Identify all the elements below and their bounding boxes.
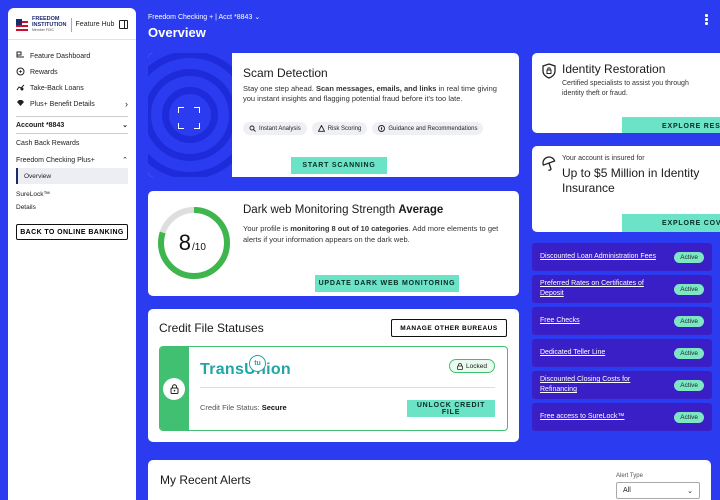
- manage-other-bureaus-button[interactable]: MANAGE OTHER BUREAUS: [391, 319, 507, 337]
- dark-web-description: Your profile is monitoring 8 out of 10 c…: [243, 224, 499, 244]
- chip-risk-scoring: Risk Scoring: [311, 122, 368, 135]
- status-badge: Active: [674, 347, 704, 359]
- status-badge: Locked: [449, 359, 495, 373]
- benefits-list: Discounted Loan Administration Fees Acti…: [532, 243, 712, 435]
- strength-gauge: 8 /10: [158, 207, 230, 279]
- benefit-link[interactable]: Free Checks: [540, 316, 668, 326]
- recent-alerts-card: My Recent Alerts Alert Type All ⌄: [148, 460, 711, 500]
- rewards-icon: [16, 67, 25, 78]
- transunion-panel: TransUnion tu Locked Credit File Status:…: [159, 346, 508, 431]
- loan-icon: [16, 83, 25, 94]
- dashboard-icon: [16, 51, 25, 61]
- explore-coverage-button[interactable]: EXPLORE COV: [622, 214, 720, 232]
- feature-chips: Instant Analysis Risk Scoring Guidance a…: [243, 122, 484, 135]
- identity-insurance-card: Your account is insured for Up to $5 Mil…: [532, 146, 720, 232]
- account-label: Account *8843: [16, 121, 65, 129]
- update-dark-web-monitoring-button[interactable]: UPDATE DARK WEB MONITORING: [315, 275, 459, 292]
- status-badge: Active: [674, 411, 704, 423]
- scam-detection-description: Stay one step ahead. Scan messages, emai…: [243, 84, 497, 103]
- benefit-link[interactable]: Preferred Rates on Certificates of Depos…: [540, 279, 668, 299]
- shield-icon: [542, 63, 556, 79]
- gauge-out-of: /10: [192, 242, 206, 253]
- sidebar-nav: Feature Dashboard Rewards Take-Back Loan…: [16, 48, 128, 112]
- insurance-subtitle: Your account is insured for: [562, 155, 645, 162]
- insurance-amount: Up to $5 Million in Identity Insurance: [562, 166, 700, 195]
- sidebar-item-overview[interactable]: Overview: [16, 168, 128, 184]
- collapse-sidebar-icon[interactable]: [119, 20, 128, 29]
- list-item: Free access to SureLock™ Active: [532, 403, 712, 431]
- chip-guidance: Guidance and Recommendations: [372, 122, 484, 135]
- recent-alerts-title: My Recent Alerts: [160, 473, 251, 487]
- sidebar: FREEDOM INSTITUTION Member FDIC Feature …: [8, 8, 136, 500]
- sidebar-header: FREEDOM INSTITUTION Member FDIC Feature …: [8, 14, 136, 40]
- flag-icon: [16, 18, 28, 31]
- lock-icon: [457, 362, 463, 370]
- alert-type-select[interactable]: All ⌄: [616, 482, 700, 499]
- list-item: Dedicated Teller Line Active: [532, 339, 712, 367]
- brand-logo[interactable]: FREEDOM INSTITUTION Member FDIC Feature …: [16, 16, 115, 32]
- identity-restoration-title: Identity Restoration: [562, 62, 666, 76]
- magnify-icon: [249, 125, 256, 132]
- benefit-link[interactable]: Discounted Loan Administration Fees: [540, 252, 668, 262]
- transunion-logo: TransUnion: [200, 361, 292, 378]
- identity-restoration-card: Identity Restoration Certified specialis…: [532, 53, 720, 133]
- benefit-link[interactable]: Dedicated Teller Line: [540, 348, 668, 358]
- status-badge: Active: [674, 315, 704, 327]
- more-options-icon[interactable]: [705, 14, 708, 26]
- chevron-down-icon: ⌄: [122, 122, 128, 129]
- page-title: Overview: [148, 25, 206, 40]
- credit-file-title: Credit File Statuses: [159, 321, 264, 335]
- chevron-down-icon: ⌄: [254, 14, 261, 21]
- lock-icon: [163, 378, 185, 400]
- benefit-link[interactable]: Discounted Closing Costs for Refinancing: [540, 375, 668, 395]
- chevron-right-icon: ›: [125, 99, 128, 109]
- scan-illustration: [148, 53, 232, 177]
- list-item: Free Checks Active: [532, 307, 712, 335]
- diamond-icon: [16, 99, 25, 109]
- warning-icon: [317, 125, 325, 132]
- compass-icon: [378, 125, 386, 132]
- account-section-toggle[interactable]: Account *8843 ⌄: [16, 116, 128, 134]
- gauge-score: 8: [179, 230, 191, 255]
- transunion-mark: tu: [249, 355, 266, 372]
- credit-file-status: Credit File Status: Secure: [200, 403, 287, 412]
- credit-file-statuses-card: Credit File Statuses MANAGE OTHER BUREAU…: [148, 309, 519, 442]
- chevron-down-icon: ⌄: [687, 487, 693, 495]
- logo-sub: Member FDIC: [32, 28, 54, 32]
- sidebar-item-plus-benefit-details[interactable]: Plus+ Benefit Details ›: [16, 96, 128, 112]
- list-item: Discounted Loan Administration Fees Acti…: [532, 243, 712, 271]
- scam-detection-card: Scam Detection Stay one step ahead. Scan…: [148, 53, 519, 177]
- sidebar-item-surelock[interactable]: SureLock™: [16, 188, 128, 201]
- umbrella-icon: [542, 156, 556, 171]
- cash-back-rewards-link[interactable]: Cash Back Rewards: [16, 134, 128, 152]
- breadcrumb[interactable]: Freedom Checking + | Acct *8843 ⌄: [148, 13, 260, 21]
- dark-web-title: Dark web Monitoring Strength Average: [243, 204, 444, 216]
- identity-restoration-description: Certified specialists to assist you thro…: [562, 80, 689, 97]
- sidebar-item-details[interactable]: Details: [16, 201, 128, 214]
- status-badge: Active: [674, 251, 704, 263]
- list-item: Discounted Closing Costs for Refinancing…: [532, 371, 712, 399]
- freedom-checking-toggle[interactable]: Freedom Checking Plus+ ⌃: [16, 152, 128, 168]
- feature-hub-label: Feature Hub: [75, 21, 115, 28]
- benefit-link[interactable]: Free access to SureLock™: [540, 412, 668, 422]
- logo-divider: [70, 17, 72, 32]
- start-scanning-button[interactable]: START SCANNING: [291, 157, 387, 174]
- dark-web-monitoring-card: 8 /10 Dark web Monitoring Strength Avera…: [148, 191, 519, 296]
- sidebar-item-feature-dashboard[interactable]: Feature Dashboard: [16, 48, 128, 64]
- chevron-up-icon: ⌃: [122, 157, 128, 164]
- alert-type-label: Alert Type: [616, 473, 643, 479]
- status-badge: Active: [674, 283, 704, 295]
- chip-instant-analysis: Instant Analysis: [243, 122, 307, 135]
- sidebar-item-take-back-loans[interactable]: Take-Back Loans: [16, 80, 128, 96]
- sidebar-item-rewards[interactable]: Rewards: [16, 64, 128, 80]
- back-to-online-banking-button[interactable]: BACK TO ONLINE BANKING: [16, 224, 128, 240]
- status-badge: Active: [674, 379, 704, 391]
- scam-detection-title: Scam Detection: [243, 66, 328, 80]
- unlock-credit-file-button[interactable]: UNLOCK CREDIT FILE: [407, 400, 495, 417]
- explore-restoration-button[interactable]: EXPLORE RESO: [622, 117, 720, 133]
- scan-frame-icon: [178, 107, 200, 129]
- list-item: Preferred Rates on Certificates of Depos…: [532, 275, 712, 303]
